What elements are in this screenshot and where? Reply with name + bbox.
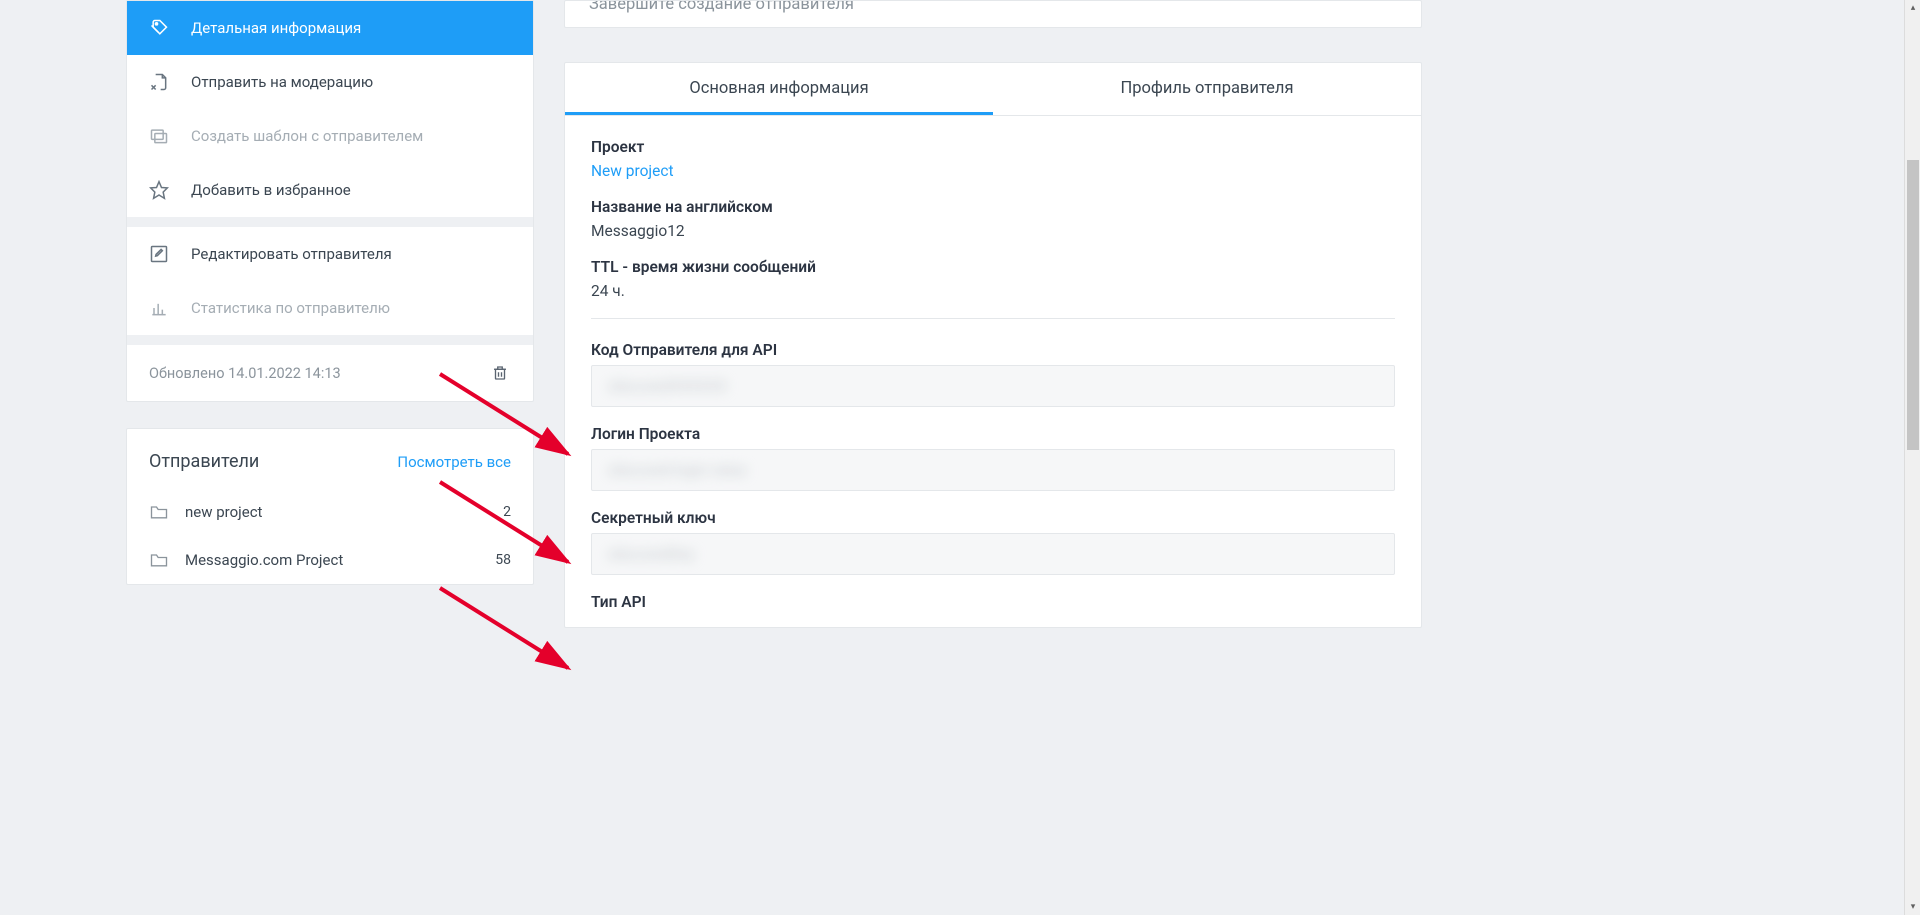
complete-creation-banner: Завершите создание отправителя <box>564 0 1422 28</box>
sender-count: 58 <box>495 552 511 568</box>
sender-row[interactable]: new project 2 <box>127 488 533 536</box>
sidebar-item-label: Отправить на модерацию <box>191 73 373 91</box>
sidebar-item-moderate[interactable]: Отправить на модерацию <box>127 55 533 109</box>
sender-count: 2 <box>503 504 511 520</box>
sidebar-item-label: Статистика по отправителю <box>191 299 390 317</box>
senders-title: Отправители <box>149 451 259 472</box>
updated-label: Обновлено 14.01.2022 14:13 <box>149 365 341 382</box>
name-en-value: Messaggio12 <box>591 222 1395 240</box>
api-code-box[interactable]: obscuredXXXXXX <box>591 365 1395 407</box>
folder-icon <box>149 550 169 570</box>
sender-row[interactable]: Messaggio.com Project 58 <box>127 536 533 584</box>
login-value: obscured-login-value <box>608 461 746 479</box>
sender-name: Messaggio.com Project <box>185 551 343 569</box>
secret-value: obscuredKey <box>608 545 694 563</box>
sidebar-item-stats[interactable]: Статистика по отправителю <box>127 281 533 335</box>
sidebar-item-favorite[interactable]: Добавить в избранное <box>127 163 533 217</box>
ttl-value: 24 ч. <box>591 282 1395 300</box>
sidebar-item-edit-sender[interactable]: Редактировать отправителя <box>127 227 533 281</box>
project-label: Проект <box>591 138 1395 156</box>
sender-name: new project <box>185 503 262 521</box>
secret-box[interactable]: obscuredKey <box>591 533 1395 575</box>
vertical-scrollbar[interactable]: ▴ ▾ <box>1904 0 1920 915</box>
chart-icon <box>149 298 169 318</box>
banner-text: Завершите создание отправителя <box>565 0 878 22</box>
project-link[interactable]: New project <box>591 162 1395 180</box>
updated-footer: Обновлено 14.01.2022 14:13 <box>127 345 533 401</box>
senders-card: Отправители Посмотреть все new project 2… <box>126 428 534 585</box>
tab-sender-profile[interactable]: Профиль отправителя <box>993 63 1421 115</box>
delete-button[interactable] <box>489 362 511 384</box>
view-all-link[interactable]: Посмотреть все <box>397 453 511 471</box>
name-en-label: Название на английском <box>591 198 1395 216</box>
tags-icon <box>149 18 169 38</box>
sidebar-item-label: Добавить в избранное <box>191 181 351 199</box>
file-send-icon <box>149 72 169 92</box>
folder-icon <box>149 502 169 522</box>
api-code-label: Код Отправителя для API <box>591 341 1395 359</box>
edit-icon <box>149 244 169 264</box>
scroll-up-arrow[interactable]: ▴ <box>1905 0 1920 16</box>
api-code-value: obscuredXXXXXX <box>608 377 727 395</box>
scroll-down-arrow[interactable]: ▾ <box>1905 899 1920 915</box>
secret-label: Секретный ключ <box>591 509 1395 527</box>
sidebar-item-label: Детальная информация <box>191 19 361 37</box>
ttl-label: TTL - время жизни сообщений <box>591 258 1395 276</box>
sidebar-item-label: Создать шаблон с отправителем <box>191 127 423 145</box>
scroll-thumb[interactable] <box>1907 160 1919 450</box>
sidebar-item-details[interactable]: Детальная информация <box>127 1 533 55</box>
api-type-label: Тип API <box>591 593 1395 611</box>
sidebar-item-label: Редактировать отправителя <box>191 245 392 263</box>
template-icon <box>149 126 169 146</box>
tab-main-info[interactable]: Основная информация <box>565 63 993 115</box>
star-icon <box>149 180 169 200</box>
actions-card: Детальная информация Отправить на модера… <box>126 0 534 402</box>
info-card: Основная информация Профиль отправителя … <box>564 62 1422 628</box>
sidebar-item-create-template[interactable]: Создать шаблон с отправителем <box>127 109 533 163</box>
login-label: Логин Проекта <box>591 425 1395 443</box>
login-box[interactable]: obscured-login-value <box>591 449 1395 491</box>
